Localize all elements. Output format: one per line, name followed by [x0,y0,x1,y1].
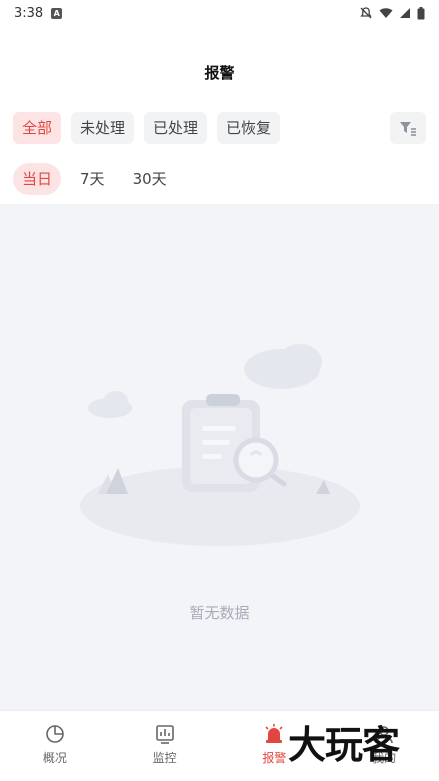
status-filter-row: 全部 未处理 已处理 已恢复 [13,112,281,144]
filter-chip-unprocessed[interactable]: 未处理 [71,112,135,144]
pie-chart-icon [46,725,64,743]
status-bar: 3:38 A [0,0,439,26]
range-chip-30d[interactable]: 30天 [124,163,176,195]
filter-chip-processed[interactable]: 已处理 [144,112,208,144]
range-chip-7d[interactable]: 7天 [71,163,114,195]
filter-button[interactable] [390,112,426,144]
mute-icon [360,7,372,19]
signal-icon [400,8,410,18]
notification-app-icon: A [51,7,63,19]
tab-monitor-label: 监控 [152,751,177,765]
alarm-list-area[interactable]: 暂无数据 [0,204,439,710]
empty-state-text: 暂无数据 [189,604,250,622]
range-chip-today[interactable]: 当日 [13,163,62,195]
filter-chip-all[interactable]: 全部 [13,112,62,144]
battery-icon [417,6,425,19]
tab-alarm-label: 报警 [262,751,287,765]
monitor-icon [155,725,174,744]
watermark-logo: 大玩客 [288,723,400,767]
tab-overview-label: 概况 [42,751,67,765]
page-title: 报警 [204,64,235,82]
wifi-icon [379,8,393,18]
tab-overview[interactable]: 概况 [0,711,110,781]
filter-chip-recovered[interactable]: 已恢复 [217,112,281,144]
alarm-icon [265,724,283,743]
filter-icon [400,122,416,136]
date-range-row: 当日 7天 30天 [13,163,176,195]
status-time: 3:38 [14,5,44,21]
empty-state-illustration [80,344,360,546]
tab-monitor[interactable]: 监控 [110,711,220,781]
